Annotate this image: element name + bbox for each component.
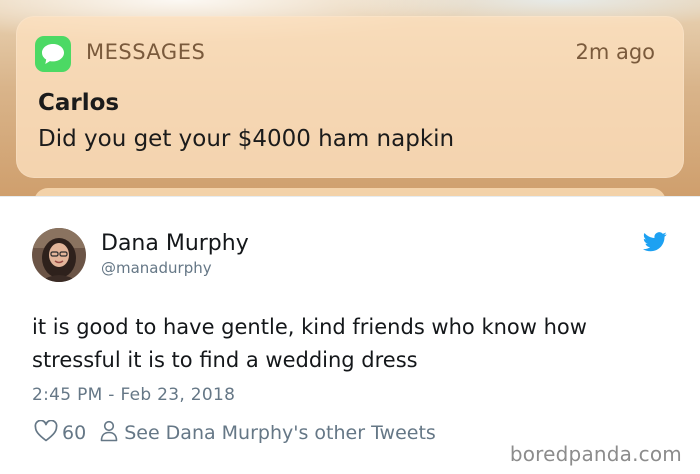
notification-time: 2m ago [575,40,655,64]
author-handle[interactable]: @manadurphy [101,259,212,277]
like-count[interactable]: 60 [62,422,86,444]
avatar[interactable] [32,228,86,282]
avatar-photo [32,228,86,282]
tweet-card: Dana Murphy @manadurphy it is good to ha… [0,196,700,474]
person-icon[interactable] [100,420,118,447]
watermark: boredpanda.com [509,442,682,466]
speech-bubble-icon [42,44,64,64]
tweet-timestamp[interactable]: 2:45 PM - Feb 23, 2018 [32,385,235,405]
notification-sender: Carlos [38,90,120,116]
tweet-text: it is good to have gentle, kind friends … [32,315,587,372]
messages-app-icon [35,36,71,72]
notification-app-name: MESSAGES [86,40,206,64]
heart-icon[interactable] [34,419,58,447]
tweet-actions: 60 See Dana Murphy's other Tweets [34,419,436,447]
author-name[interactable]: Dana Murphy [101,231,249,256]
notification-message: Did you get your $4000 ham napkin [38,126,455,152]
other-tweets-link[interactable]: See Dana Murphy's other Tweets [124,422,436,444]
notification-screenshot: MESSAGES 2m ago Carlos Did you get your … [0,0,700,208]
twitter-bird-icon[interactable] [643,232,667,252]
